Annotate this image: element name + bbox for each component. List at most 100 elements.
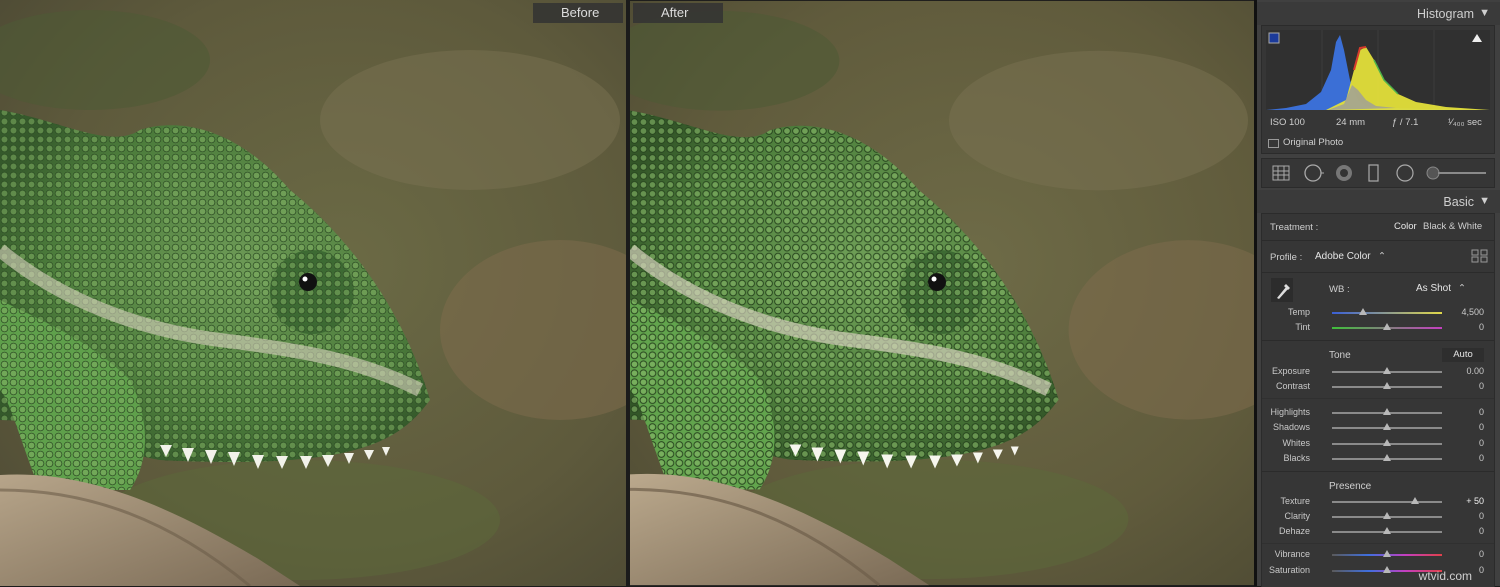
profile-browser-grid-icon[interactable] bbox=[1471, 249, 1489, 264]
saturation-value[interactable]: 0 bbox=[1479, 565, 1484, 575]
wb-label: WB : bbox=[1329, 284, 1350, 295]
tint-slider-row[interactable]: Tint 0 bbox=[1262, 321, 1494, 335]
tint-slider-thumb[interactable] bbox=[1383, 323, 1391, 330]
auto-tone-button[interactable]: Auto bbox=[1442, 348, 1484, 362]
before-chameleon-image bbox=[0, 0, 626, 586]
after-photo-view[interactable]: After bbox=[630, 0, 1254, 586]
divider bbox=[1262, 340, 1494, 341]
exposure-label: Exposure bbox=[1271, 366, 1310, 376]
temp-slider-thumb[interactable] bbox=[1358, 308, 1367, 315]
clarity-value[interactable]: 0 bbox=[1479, 511, 1484, 521]
wb-dropdown[interactable]: As Shot bbox=[1416, 283, 1451, 294]
treatment-color-button[interactable]: Color bbox=[1394, 221, 1417, 232]
shadow-clipping-icon[interactable] bbox=[1268, 32, 1280, 44]
texture-value[interactable]: + 50 bbox=[1466, 496, 1484, 506]
contrast-label: Contrast bbox=[1275, 381, 1310, 391]
histogram-title: Histogram bbox=[1417, 7, 1474, 21]
contrast-slider-thumb[interactable] bbox=[1383, 382, 1391, 389]
red-eye-icon[interactable] bbox=[1336, 165, 1352, 181]
shadows-slider-thumb[interactable] bbox=[1383, 423, 1391, 430]
clarity-label: Clarity bbox=[1284, 511, 1310, 521]
exposure-value[interactable]: 0.00 bbox=[1466, 366, 1484, 376]
treatment-label: Treatment : bbox=[1270, 222, 1319, 233]
aperture-readout: ƒ / 7.1 bbox=[1392, 117, 1419, 128]
divider bbox=[1262, 240, 1494, 241]
vibrance-label: Vibrance bbox=[1274, 549, 1310, 559]
basic-header[interactable]: Basic ▼ bbox=[1257, 190, 1500, 213]
highlights-slider-thumb[interactable] bbox=[1383, 408, 1391, 415]
blacks-value[interactable]: 0 bbox=[1479, 453, 1484, 463]
after-label: After bbox=[633, 3, 723, 23]
presence-label: Presence bbox=[1329, 481, 1372, 492]
temp-slider-track[interactable] bbox=[1332, 312, 1442, 314]
texture-slider-row[interactable]: Texture + 50 bbox=[1262, 495, 1494, 509]
exposure-slider-row[interactable]: Exposure 0.00 bbox=[1262, 365, 1494, 379]
histogram-header[interactable]: Histogram ▼ bbox=[1257, 2, 1500, 25]
clarity-slider-row[interactable]: Clarity 0 bbox=[1262, 510, 1494, 524]
divider bbox=[1262, 398, 1494, 399]
wb-eyedropper-icon[interactable] bbox=[1271, 278, 1293, 302]
divider bbox=[1262, 543, 1494, 544]
collapse-triangle-icon[interactable]: ▼ bbox=[1479, 7, 1490, 19]
whites-label: Whites bbox=[1282, 438, 1310, 448]
chevron-updown-icon: ⌃ bbox=[1378, 251, 1386, 262]
blacks-slider-thumb[interactable] bbox=[1383, 454, 1391, 461]
histogram-graph[interactable] bbox=[1266, 30, 1498, 116]
clarity-slider-thumb[interactable] bbox=[1383, 512, 1391, 519]
treatment-bw-button[interactable]: Black & White bbox=[1423, 221, 1482, 232]
saturation-slider-thumb[interactable] bbox=[1383, 566, 1391, 573]
texture-slider-thumb[interactable] bbox=[1410, 497, 1419, 504]
texture-slider-track[interactable] bbox=[1332, 501, 1442, 503]
highlights-value[interactable]: 0 bbox=[1479, 407, 1484, 417]
vibrance-value[interactable]: 0 bbox=[1479, 549, 1484, 559]
shadows-value[interactable]: 0 bbox=[1479, 422, 1484, 432]
chevron-updown-icon: ⌃ bbox=[1458, 283, 1466, 294]
profile-dropdown[interactable]: Adobe Color bbox=[1315, 251, 1371, 262]
crop-grid-icon[interactable] bbox=[1272, 165, 1290, 181]
highlights-slider-row[interactable]: Highlights 0 bbox=[1262, 406, 1494, 420]
tool-icons bbox=[1272, 164, 1486, 182]
before-photo-view[interactable]: Before bbox=[0, 0, 626, 586]
spot-removal-icon[interactable] bbox=[1304, 164, 1324, 182]
focal-length-readout: 24 mm bbox=[1336, 117, 1366, 128]
contrast-value[interactable]: 0 bbox=[1479, 381, 1484, 391]
basic-panel: Treatment : Color Black & White Profile … bbox=[1261, 213, 1495, 587]
whites-slider-thumb[interactable] bbox=[1383, 439, 1391, 446]
shutter-readout: ¹⁄₄₀₀ sec bbox=[1448, 117, 1482, 128]
vibrance-slider-row[interactable]: Vibrance 0 bbox=[1262, 548, 1494, 562]
highlights-label: Highlights bbox=[1270, 407, 1310, 417]
develop-right-panel: Histogram ▼ ISO 100 24 mm ƒ / 7.1 ¹⁄₄₀₀ … bbox=[1257, 0, 1500, 587]
contrast-slider-row[interactable]: Contrast 0 bbox=[1262, 380, 1494, 394]
exposure-slider-thumb[interactable] bbox=[1383, 367, 1391, 374]
original-photo-checkbox[interactable] bbox=[1268, 139, 1279, 148]
radial-filter-icon[interactable] bbox=[1396, 164, 1414, 182]
shadows-slider-row[interactable]: Shadows 0 bbox=[1262, 421, 1494, 435]
histogram-panel: ISO 100 24 mm ƒ / 7.1 ¹⁄₄₀₀ sec Original… bbox=[1261, 25, 1495, 154]
dehaze-slider-row[interactable]: Dehaze 0 bbox=[1262, 525, 1494, 539]
profile-label: Profile : bbox=[1270, 252, 1303, 263]
temp-slider-row[interactable]: Temp 4,500 bbox=[1262, 306, 1494, 320]
blacks-label: Blacks bbox=[1283, 453, 1310, 463]
whites-slider-row[interactable]: Whites 0 bbox=[1262, 437, 1494, 451]
iso-readout: ISO 100 bbox=[1270, 117, 1305, 128]
dehaze-value[interactable]: 0 bbox=[1479, 526, 1484, 536]
divider bbox=[1262, 471, 1494, 472]
collapse-triangle-icon[interactable]: ▼ bbox=[1479, 195, 1490, 207]
tone-label: Tone bbox=[1329, 350, 1351, 361]
tint-label: Tint bbox=[1295, 322, 1310, 332]
whites-value[interactable]: 0 bbox=[1479, 438, 1484, 448]
dehaze-slider-thumb[interactable] bbox=[1383, 527, 1391, 534]
adjustment-brush-icon[interactable] bbox=[1426, 166, 1486, 180]
divider bbox=[1262, 272, 1494, 273]
tint-value[interactable]: 0 bbox=[1479, 322, 1484, 332]
dehaze-label: Dehaze bbox=[1278, 526, 1310, 536]
temp-value[interactable]: 4,500 bbox=[1461, 307, 1484, 317]
vibrance-slider-thumb[interactable] bbox=[1383, 550, 1391, 557]
temp-label: Temp bbox=[1287, 307, 1310, 317]
blacks-slider-row[interactable]: Blacks 0 bbox=[1262, 452, 1494, 466]
watermark: wtvid.com bbox=[1418, 569, 1472, 583]
texture-label: Texture bbox=[1280, 496, 1310, 506]
basic-title: Basic bbox=[1443, 195, 1474, 209]
shadows-label: Shadows bbox=[1272, 422, 1310, 432]
graduated-filter-icon[interactable] bbox=[1368, 164, 1379, 182]
